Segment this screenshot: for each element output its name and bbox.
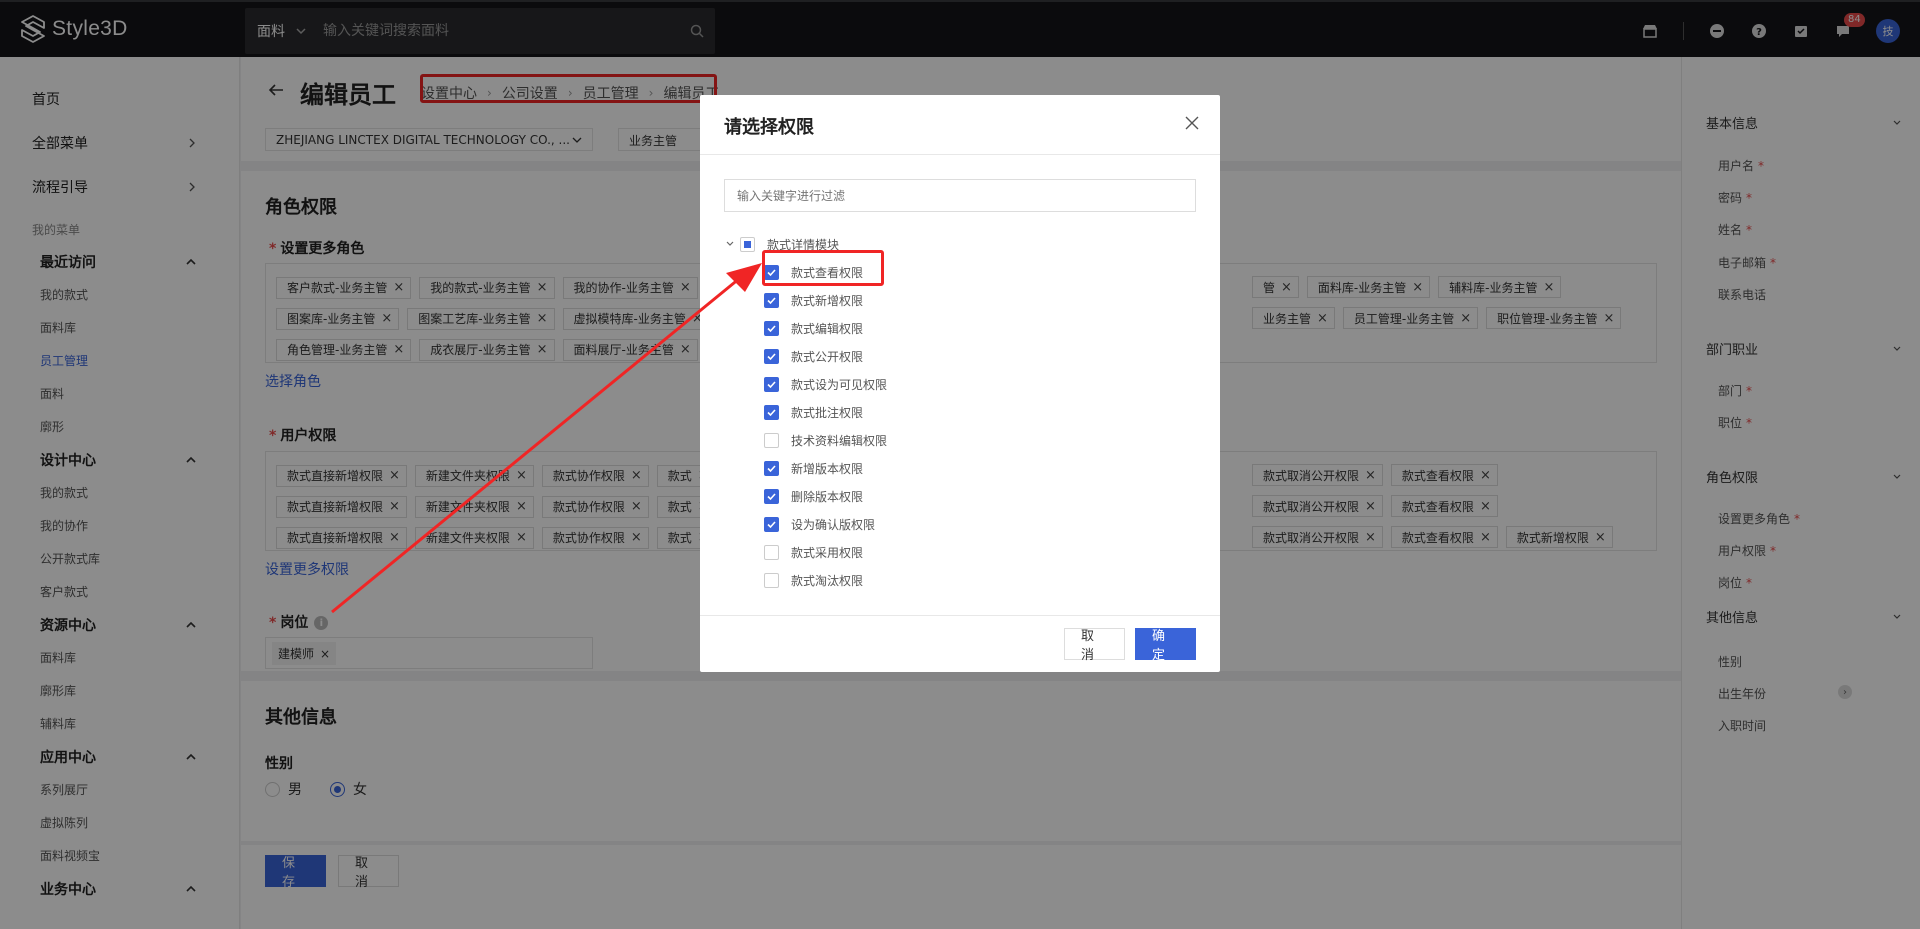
checkbox-checked-icon[interactable]	[764, 404, 779, 420]
modal-cancel-button[interactable]: 取 消	[1064, 628, 1125, 663]
permission-label: 设为确认版权限	[791, 517, 876, 532]
permission-label: 删除版本权限	[791, 489, 864, 504]
checkbox-checked-icon[interactable]	[764, 516, 779, 532]
permission-label: 款式批注权限	[791, 405, 864, 420]
permission-label: 款式淘汰权限	[791, 573, 864, 588]
checkbox-icon[interactable]	[764, 544, 779, 560]
permission-label: 款式公开权限	[791, 349, 864, 364]
permission-label: 款式编辑权限	[791, 321, 864, 336]
permission-tree-node[interactable]: 技术资料编辑权限	[724, 426, 887, 454]
checkbox-icon[interactable]	[764, 432, 779, 448]
permission-label: 新增版本权限	[791, 461, 864, 476]
permission-tree-node[interactable]: 款式批注权限	[724, 398, 887, 426]
checkbox-icon[interactable]	[764, 572, 779, 588]
permission-tree-node[interactable]: 新增版本权限	[724, 454, 887, 482]
close-icon[interactable]	[1184, 115, 1200, 131]
modal-confirm-button[interactable]: 确 定	[1135, 628, 1196, 663]
modal-divider	[700, 615, 1220, 616]
permission-tree-node[interactable]: 款式编辑权限	[724, 314, 887, 342]
permission-label: 技术资料编辑权限	[791, 433, 888, 448]
permission-modal: 请选择权限 款式详情模块 款式查看权限款式新增权限款式编辑权限款式公开权限款式设…	[700, 95, 1220, 672]
permission-tree-node[interactable]: 款式公开权限	[724, 342, 887, 370]
modal-footer: 取 消 确 定	[1064, 628, 1196, 663]
checkbox-checked-icon[interactable]	[764, 320, 779, 336]
permission-tree-node[interactable]: 款式采用权限	[724, 538, 887, 566]
permission-label: 款式新增权限	[791, 293, 864, 308]
checkbox-checked-icon[interactable]	[764, 376, 779, 392]
checkbox-partial-icon[interactable]	[740, 236, 755, 252]
permission-label: 款式采用权限	[791, 545, 864, 560]
checkbox-checked-icon[interactable]	[764, 488, 779, 504]
checkbox-checked-icon[interactable]	[764, 292, 779, 308]
permission-tree-node[interactable]: 款式淘汰权限	[724, 566, 887, 594]
modal-divider	[700, 154, 1220, 155]
modal-title: 请选择权限	[724, 117, 814, 138]
chevron-down-icon[interactable]	[724, 238, 736, 250]
permission-tree-node[interactable]: 款式新增权限	[724, 286, 887, 314]
checkbox-checked-icon[interactable]	[764, 348, 779, 364]
checkbox-checked-icon[interactable]	[764, 460, 779, 476]
filter-input[interactable]	[724, 179, 1196, 212]
permission-label: 款式设为可见权限	[791, 377, 888, 392]
permission-tree-node[interactable]: 删除版本权限	[724, 482, 887, 510]
permission-tree-node[interactable]: 款式设为可见权限	[724, 370, 887, 398]
checkbox-annotation-box	[762, 250, 884, 286]
permission-tree-node[interactable]: 设为确认版权限	[724, 510, 887, 538]
